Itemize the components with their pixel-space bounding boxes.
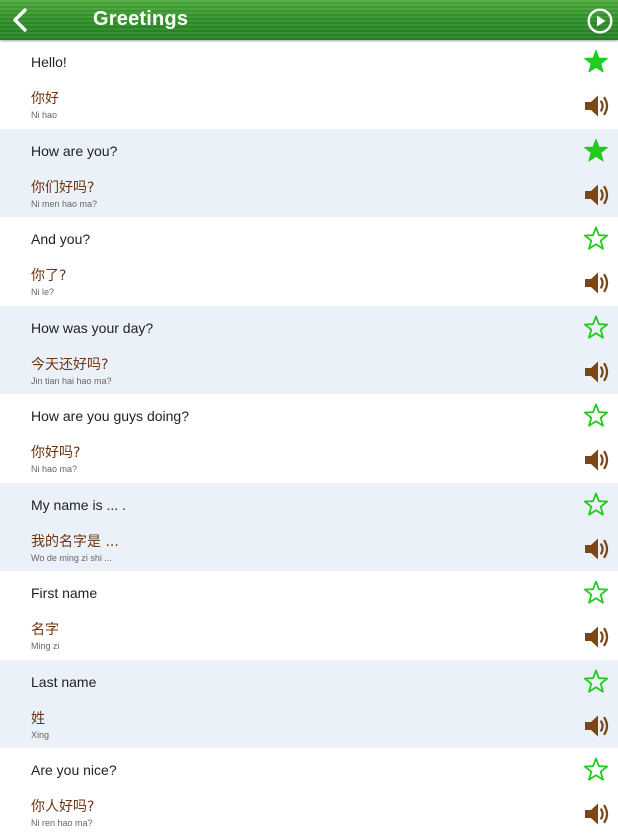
star-filled-icon [584, 49, 608, 73]
phrase-row[interactable]: My name is ... . 我的名字是 ... Wo de ming zi s… [0, 482, 618, 571]
favorite-button[interactable] [583, 315, 609, 341]
favorite-button[interactable] [583, 403, 609, 429]
chevron-left-icon [13, 8, 27, 32]
star-outline-icon [583, 403, 609, 427]
phrase-row[interactable]: Last name 姓 Xing [0, 659, 618, 748]
chinese-phrase: 你人好吗? [31, 799, 95, 815]
speaker-icon [585, 184, 609, 205]
play-audio-button[interactable] [583, 181, 611, 209]
pinyin-phrase: Wo de ming zi shi ... [31, 552, 112, 563]
speaker-icon [585, 272, 609, 294]
play-circle-icon [587, 8, 613, 34]
star-filled-icon [584, 138, 608, 161]
english-phrase: Are you nice? [31, 762, 117, 778]
pinyin-phrase: Ni men hao ma? [31, 198, 98, 209]
phrase-row[interactable]: And you? 你了? Ni le? [0, 217, 618, 306]
pinyin-phrase: Jin tian hai hao ma? [31, 375, 112, 386]
chinese-phrase: 你好吗? [31, 445, 81, 461]
chinese-phrase: 我的名字是 ... [31, 533, 119, 550]
english-phrase: Hello! [31, 54, 67, 70]
chinese-phrase: 你了? [31, 268, 67, 284]
speaker-icon [585, 449, 609, 471]
play-audio-button[interactable] [583, 535, 611, 563]
star-outline-icon [583, 757, 609, 781]
speaker-icon [585, 715, 609, 736]
english-phrase: First name [31, 585, 98, 601]
pinyin-phrase: Xing [31, 729, 50, 740]
chinese-phrase: 姓 [31, 710, 45, 727]
play-all-button[interactable] [587, 8, 613, 34]
back-button[interactable] [6, 5, 36, 35]
pinyin-phrase: Ni ren hao ma? [31, 818, 93, 828]
play-audio-button[interactable] [583, 269, 611, 297]
pinyin-phrase: Ni hao [31, 110, 58, 120]
nav-bar: Greetings [0, 0, 618, 40]
speaker-icon [585, 626, 609, 648]
play-audio-button[interactable] [583, 623, 611, 651]
favorite-button[interactable] [583, 49, 609, 75]
star-outline-icon [583, 492, 609, 516]
star-outline-icon [583, 226, 609, 250]
pinyin-phrase: Ni hao ma? [31, 464, 78, 474]
pinyin-phrase: Ni le? [31, 287, 55, 297]
play-audio-button[interactable] [583, 446, 611, 474]
star-outline-icon [583, 315, 609, 339]
page-title: Greetings [93, 8, 189, 30]
english-phrase: My name is ... . [31, 496, 126, 513]
favorite-button[interactable] [583, 757, 609, 783]
pinyin-phrase: Ming zi [31, 641, 60, 651]
english-phrase: How was your day? [31, 319, 154, 336]
english-phrase: How are you? [31, 142, 118, 159]
phrase-row[interactable]: How are you guys doing? 你好吗? Ni hao ma? [0, 394, 618, 483]
favorite-button[interactable] [583, 138, 609, 164]
phrase-row[interactable]: How are you? 你们好吗? Ni men hao ma? [0, 128, 618, 217]
phrase-list: Hello! 你好 Ni hao How are you? 你们好吗? Ni men ha… [0, 40, 618, 837]
star-outline-icon [583, 669, 609, 693]
play-audio-button[interactable] [583, 358, 611, 386]
speaker-icon [585, 95, 609, 117]
chinese-phrase: 今天还好吗? [31, 356, 109, 373]
phrase-row[interactable]: First name 名字 Ming zi [0, 571, 618, 660]
play-audio-button[interactable] [583, 92, 611, 120]
phrase-row[interactable]: How was your day? 今天还好吗? Jin tian hai hao … [0, 305, 618, 394]
speaker-icon [585, 803, 609, 825]
chinese-phrase: 你们好吗? [31, 179, 95, 196]
phrase-row[interactable]: Hello! 你好 Ni hao [0, 40, 618, 129]
english-phrase: Last name [31, 673, 97, 690]
english-phrase: How are you guys doing? [31, 408, 189, 424]
chinese-phrase: 名字 [31, 622, 59, 638]
speaker-icon [585, 361, 609, 382]
english-phrase: And you? [31, 231, 91, 247]
phrase-row[interactable]: Are you nice? 你人好吗? Ni ren hao ma? [0, 748, 618, 837]
play-audio-button[interactable] [583, 800, 611, 828]
favorite-button[interactable] [583, 580, 609, 606]
favorite-button[interactable] [583, 226, 609, 252]
chinese-phrase: 你好 [31, 91, 59, 107]
favorite-button[interactable] [583, 669, 609, 695]
play-audio-button[interactable] [583, 712, 611, 740]
star-outline-icon [583, 580, 609, 604]
favorite-button[interactable] [583, 492, 609, 518]
speaker-icon [585, 538, 609, 559]
